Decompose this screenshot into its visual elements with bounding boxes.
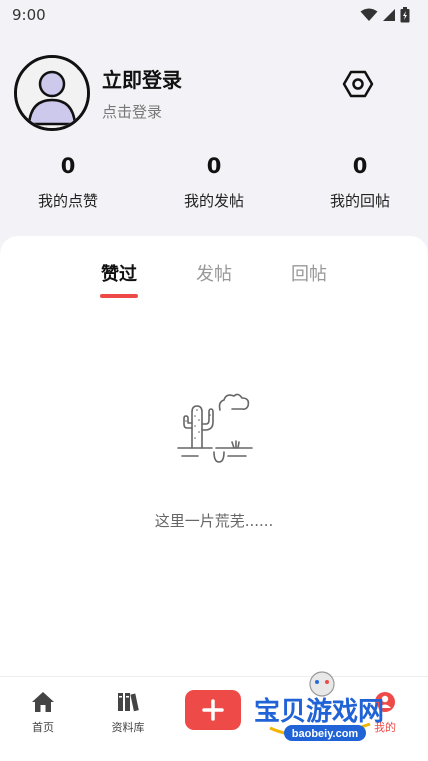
tab-replies-label: 回帖 [291,264,327,285]
nav-library-label: 资料库 [111,721,145,734]
stat-likes-count: 0 [60,154,76,178]
stats-row: 0 我的点赞 0 我的发帖 0 我的回帖 [0,154,428,218]
tab-liked[interactable]: 赞过 [89,260,149,298]
tab-posts-label: 发帖 [196,264,232,285]
status-bar: 9:00 [0,0,428,30]
nav-library[interactable]: 资料库 [98,691,158,735]
settings-hexagon-icon [342,70,374,98]
stat-posts[interactable]: 0 我的发帖 [174,154,254,218]
home-icon [32,692,54,712]
content-card: 赞过 发帖 回帖 这里一片荒芜...... [0,236,428,676]
signal-icon [383,9,395,21]
tab-replies[interactable]: 回帖 [279,260,339,286]
profile-text: 立即登录 点击登录 [102,64,182,122]
status-icons [360,7,410,23]
login-subtitle[interactable]: 点击登录 [102,101,182,122]
tab-liked-label: 赞过 [101,264,137,285]
stat-likes-label: 我的点赞 [37,192,98,210]
nav-profile-label: 我的 [374,721,396,734]
battery-icon [400,7,410,23]
stat-posts-count: 0 [206,154,222,178]
stat-replies[interactable]: 0 我的回帖 [320,154,400,218]
tab-posts[interactable]: 发帖 [184,260,244,286]
stat-likes[interactable]: 0 我的点赞 [28,154,108,218]
tab-active-indicator [100,294,138,298]
add-post-button[interactable] [185,690,241,730]
avatar[interactable] [14,55,90,131]
empty-cactus-icon [177,393,253,463]
nav-home[interactable]: 首页 [13,691,73,735]
tab-bar: 赞过 发帖 回帖 [0,260,428,300]
profile-icon [375,692,395,712]
empty-state-text: 这里一片荒芜...... [154,512,274,530]
profile-header[interactable]: 立即登录 点击登录 [14,55,414,131]
bottom-nav: 首页 资料库 我的 [0,676,428,761]
settings-button[interactable] [342,68,374,100]
stat-replies-count: 0 [352,154,368,178]
nav-profile[interactable]: 我的 [355,691,415,735]
plus-icon [202,699,224,721]
wifi-icon [360,8,378,21]
stat-replies-label: 我的回帖 [329,192,390,210]
status-time: 9:00 [12,6,46,24]
nav-home-label: 首页 [32,721,54,734]
library-icon [118,693,139,712]
login-title[interactable]: 立即登录 [102,64,182,93]
stat-posts-label: 我的发帖 [183,192,244,210]
user-avatar-icon [17,58,87,128]
